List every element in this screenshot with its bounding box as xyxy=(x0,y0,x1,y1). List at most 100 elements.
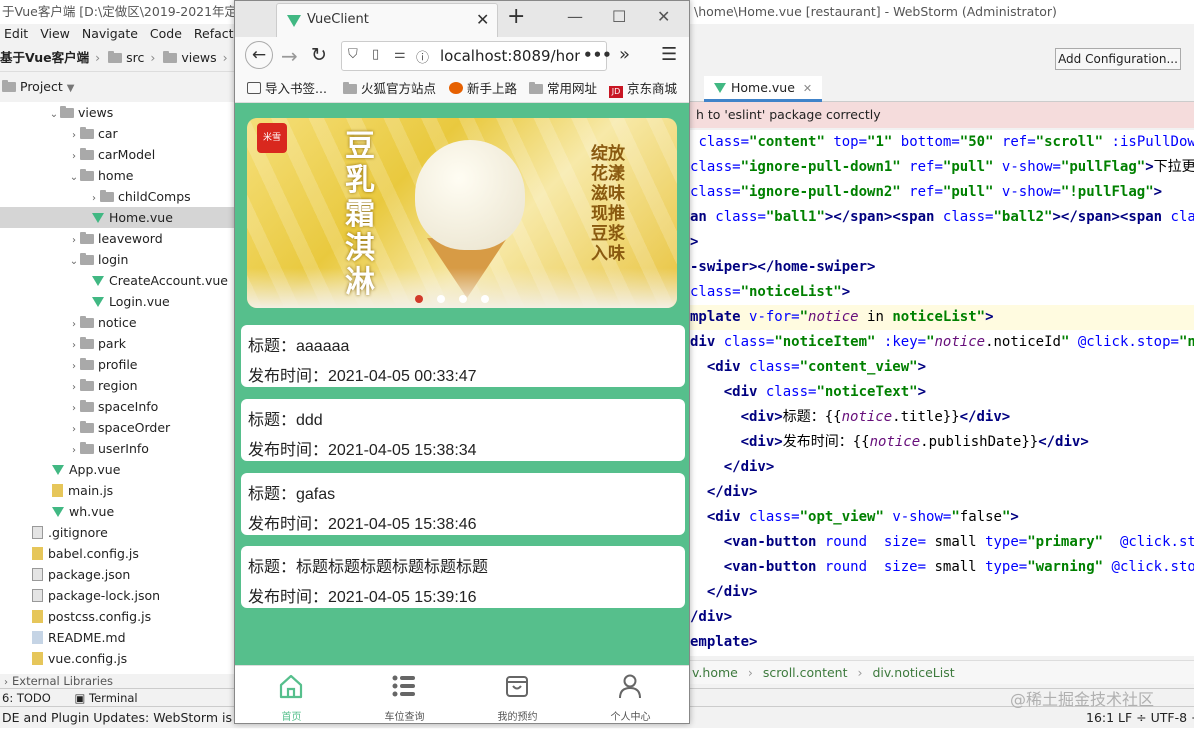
chevron-down-icon[interactable]: ⌄ xyxy=(68,251,80,272)
file-icon xyxy=(32,568,43,581)
tab-profile[interactable]: 个人中心 xyxy=(574,666,687,724)
tree-item[interactable]: wh.vue xyxy=(0,501,236,522)
tree-item[interactable]: › park xyxy=(0,333,236,354)
indicator-dot[interactable] xyxy=(437,295,445,303)
address-bar[interactable]: ⛉ ▯ ⚌ ⓘ localhost:8089/hom ••• xyxy=(341,41,612,71)
tree-item[interactable]: › carModel xyxy=(0,144,236,165)
tree-item[interactable]: › childComps xyxy=(0,186,236,207)
chevron-right-icon[interactable]: › xyxy=(68,335,80,356)
chevron-right-icon[interactable]: › xyxy=(68,146,80,167)
notice-card[interactable]: 标题：ddd 发布时间：2021-04-05 15:38:34 xyxy=(241,399,685,461)
back-icon[interactable]: ← xyxy=(245,41,273,69)
chevron-down-icon[interactable]: ⌄ xyxy=(48,104,60,125)
chevron-right-icon[interactable]: › xyxy=(68,419,80,440)
notice-card[interactable]: 标题：gafas 发布时间：2021-04-05 15:38:46 xyxy=(241,473,685,535)
bookmark-firefox[interactable]: 火狐官方站点 xyxy=(343,75,436,103)
new-tab-icon[interactable]: + xyxy=(507,4,525,29)
tab-my-reservations[interactable]: 我的预约 xyxy=(461,666,574,724)
menu-edit[interactable]: Edit xyxy=(4,26,28,41)
tree-item[interactable]: README.md xyxy=(0,627,236,648)
chevron-right-icon[interactable]: › xyxy=(68,377,80,398)
bookmark-import[interactable]: 导入书签... xyxy=(247,75,327,103)
code-line: class="content" top="1" bottom="50" ref=… xyxy=(698,134,1194,150)
code-line: </div> xyxy=(706,484,758,500)
terminal-tool-button[interactable]: Terminal xyxy=(89,691,138,705)
banner-swiper[interactable]: 米雪 豆乳霜淇淋 绽放花漾滋味 现推豆浆入味 xyxy=(247,118,677,308)
tree-item[interactable]: CreateAccount.vue xyxy=(0,270,236,291)
bookmark-jd[interactable]: JD 京东商城 xyxy=(609,75,677,103)
indicator-dot[interactable] xyxy=(481,295,489,303)
tree-item[interactable]: App.vue xyxy=(0,459,236,480)
tree-item-label: profile xyxy=(98,357,138,372)
code-crumb-scroll[interactable]: scroll.content xyxy=(763,665,848,680)
tree-item[interactable]: › notice xyxy=(0,312,236,333)
chevron-right-icon[interactable]: › xyxy=(68,230,80,251)
tab-parking-search[interactable]: 车位查询 xyxy=(348,666,461,724)
project-panel-header[interactable]: Project ▼ xyxy=(0,76,236,98)
file-icon xyxy=(32,589,43,602)
overflow-icon[interactable]: » xyxy=(619,44,630,65)
bookmark-common[interactable]: 常用网址 xyxy=(529,75,597,103)
breadcrumb-project[interactable]: 基于Vue客户端 xyxy=(0,50,89,65)
breadcrumb-views[interactable]: views xyxy=(181,50,216,65)
notice-card[interactable]: 标题：标题标题标题标题标题标题 发布时间：2021-04-05 15:39:16 xyxy=(241,546,685,608)
menu-icon[interactable]: ☰ xyxy=(661,44,677,65)
tree-item[interactable]: main.js xyxy=(0,480,236,501)
code-editor[interactable]: class="content" top="1" bottom="50" ref=… xyxy=(690,130,1194,656)
close-window-icon[interactable]: ✕ xyxy=(657,7,670,26)
tree-item[interactable]: ⌄ login xyxy=(0,249,236,270)
menu-code[interactable]: Code xyxy=(150,26,182,41)
status-message[interactable]: DE and Plugin Updates: WebStorm is re xyxy=(2,710,249,725)
external-libraries-row[interactable]: › External Libraries xyxy=(0,674,240,688)
forward-icon[interactable]: → xyxy=(281,44,298,68)
chevron-down-icon[interactable]: ⌄ xyxy=(68,167,80,188)
chevron-right-icon[interactable]: › xyxy=(68,398,80,419)
notice-title: 标题：ddd xyxy=(248,412,323,429)
browser-tab[interactable]: VueClient ✕ xyxy=(276,3,498,37)
tree-item[interactable]: package.json xyxy=(0,564,236,585)
reload-icon[interactable]: ↻ xyxy=(311,44,327,66)
status-right[interactable]: 16:1 LF ÷ UTF-8 ÷ xyxy=(1086,707,1194,729)
chevron-right-icon[interactable]: › xyxy=(88,188,100,209)
code-crumb-noticelist[interactable]: div.noticeList xyxy=(872,665,954,680)
tree-item[interactable]: .gitignore xyxy=(0,522,236,543)
tab-home[interactable]: 首页 xyxy=(235,666,348,724)
tree-item[interactable]: › spaceOrder xyxy=(0,417,236,438)
close-icon[interactable]: ✕ xyxy=(803,82,812,95)
code-crumb-home[interactable]: v.home xyxy=(692,665,738,680)
tree-item[interactable]: › car xyxy=(0,123,236,144)
tree-item[interactable]: Login.vue xyxy=(0,291,236,312)
tree-item[interactable]: vue.config.js xyxy=(0,648,236,669)
tree-item[interactable]: ⌄ views xyxy=(0,102,236,123)
chevron-right-icon[interactable]: › xyxy=(68,440,80,461)
minimize-icon[interactable]: — xyxy=(567,7,583,26)
maximize-icon[interactable]: ☐ xyxy=(612,7,626,26)
editor-tab-home-vue[interactable]: Home.vue ✕ xyxy=(704,76,823,102)
tree-item[interactable]: ⌄ home xyxy=(0,165,236,186)
tree-item[interactable]: postcss.config.js xyxy=(0,606,236,627)
todo-tool-button[interactable]: 6: TODO xyxy=(2,691,51,705)
tree-item[interactable]: Home.vue xyxy=(0,207,236,228)
tree-item[interactable]: › profile xyxy=(0,354,236,375)
tree-item[interactable]: › leaveword xyxy=(0,228,236,249)
tree-item[interactable]: › userInfo xyxy=(0,438,236,459)
indicator-dot[interactable] xyxy=(459,295,467,303)
breadcrumb-src[interactable]: src xyxy=(126,50,144,65)
chevron-right-icon[interactable]: › xyxy=(68,356,80,377)
code-line: div class="noticeItem" :key="notice.noti… xyxy=(690,334,1194,350)
chevron-right-icon[interactable]: › xyxy=(68,125,80,146)
indicator-dot[interactable] xyxy=(415,295,423,303)
bookmark-newbie[interactable]: 新手上路 xyxy=(449,75,517,103)
tree-item[interactable]: package-lock.json xyxy=(0,585,236,606)
tree-item[interactable]: › region xyxy=(0,375,236,396)
notice-card[interactable]: 标题：aaaaaa 发布时间：2021-04-05 00:33:47 xyxy=(241,325,685,387)
chevron-right-icon[interactable]: › xyxy=(68,314,80,335)
close-tab-icon[interactable]: ✕ xyxy=(476,10,489,29)
page-actions-icon[interactable]: ••• xyxy=(583,46,612,64)
tree-item[interactable]: babel.config.js xyxy=(0,543,236,564)
add-configuration-button[interactable]: Add Configuration... xyxy=(1055,48,1181,70)
menu-view[interactable]: View xyxy=(40,26,70,41)
tree-item[interactable]: › spaceInfo xyxy=(0,396,236,417)
menu-navigate[interactable]: Navigate xyxy=(82,26,138,41)
notice-title: 标题：aaaaaa xyxy=(248,338,350,355)
